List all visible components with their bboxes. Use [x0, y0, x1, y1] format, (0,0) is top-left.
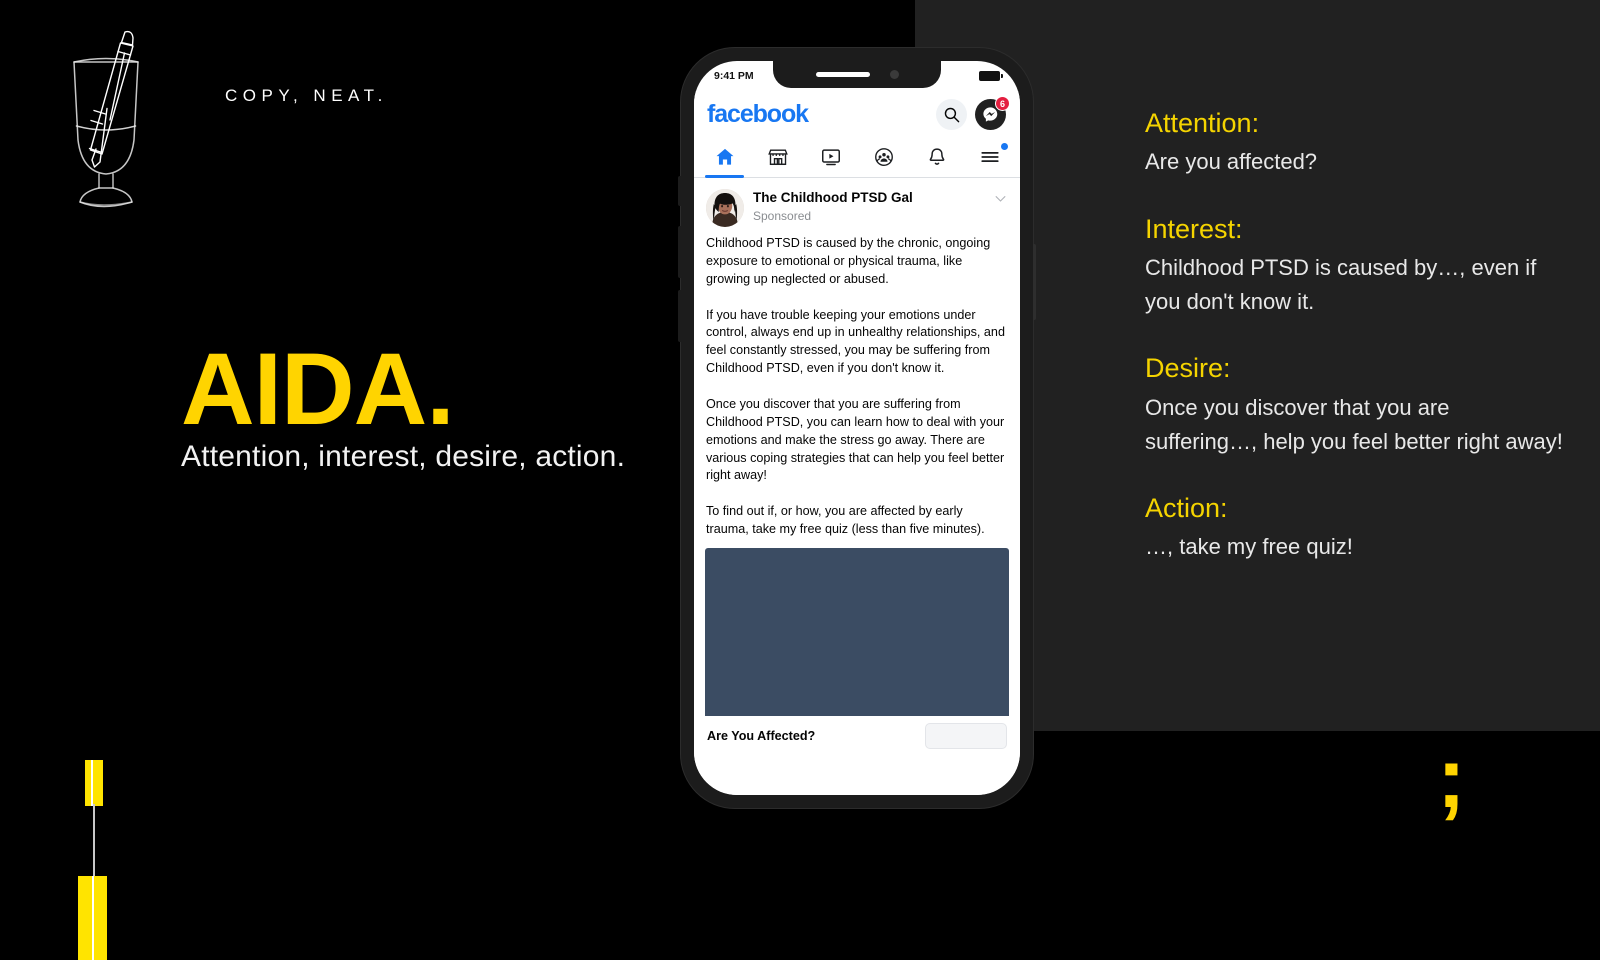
avatar-illustration-icon	[706, 189, 744, 227]
brand-wordmark: COPY, NEAT.	[225, 86, 388, 105]
tab-notifications[interactable]	[910, 137, 963, 177]
search-button[interactable]	[936, 98, 967, 130]
phone-volume-down-button[interactable]	[678, 290, 681, 342]
post-cta-button[interactable]	[925, 722, 1007, 749]
front-camera-icon	[889, 70, 899, 79]
menu-notification-dot	[1001, 143, 1008, 150]
post-image[interactable]	[705, 547, 1009, 716]
post-link-preview: Are You Affected?	[705, 716, 1009, 749]
bell-icon	[929, 148, 944, 165]
page-title: AIDA.	[181, 332, 455, 446]
copy-heading: Desire:	[1145, 353, 1231, 384]
copy-heading: Attention:	[1145, 108, 1260, 138]
tab-menu[interactable]	[963, 137, 1016, 177]
status-bar-time: 9:41 PM	[714, 70, 754, 82]
copy-body: Are you affected?	[1145, 149, 1318, 175]
copy-block-interest: Interest: Childhood PTSD is caused by…, …	[1145, 211, 1565, 320]
phone-mute-switch[interactable]	[678, 176, 681, 206]
post-meta: The Childhood PTSD Gal Sponsored	[753, 189, 984, 225]
marketplace-icon	[767, 149, 788, 166]
post-header: The Childhood PTSD Gal Sponsored	[694, 178, 1020, 231]
post-author-name[interactable]: The Childhood PTSD Gal	[753, 190, 984, 207]
search-icon	[944, 107, 960, 122]
copy-heading: Interest:	[1145, 213, 1243, 244]
post-link-title[interactable]: Are You Affected?	[707, 729, 815, 743]
copy-breakdown-list: Attention: Are you affected? Interest: C…	[1145, 105, 1565, 595]
copy-block-desire: Desire: Once you discover that you are s…	[1145, 350, 1565, 459]
facebook-logo[interactable]: facebook	[707, 100, 809, 129]
copy-heading: Action:	[1145, 492, 1228, 523]
news-feed: The Childhood PTSD Gal Sponsored Childho…	[694, 178, 1020, 795]
messenger-button[interactable]: 6	[975, 95, 1010, 130]
phone-power-button[interactable]	[1033, 244, 1036, 320]
copy-body: Childhood PTSD is caused by…, even if yo…	[1145, 254, 1537, 315]
post-sponsored-label: Sponsored	[753, 208, 812, 223]
whisky-glass-with-pen-icon	[52, 22, 160, 210]
phone-screen: 9:41 PM facebook 6 The Childhood PTSD Ga…	[694, 61, 1020, 795]
top-bar-actions: 6	[936, 95, 1010, 130]
battery-full-icon	[979, 71, 1003, 81]
facebook-top-bar: facebook 6	[694, 91, 1020, 137]
tab-home[interactable]	[698, 137, 751, 178]
yellow-highlighter-pen-icon	[78, 760, 118, 960]
menu-icon	[980, 152, 999, 162]
tab-marketplace[interactable]	[751, 137, 804, 177]
tab-watch[interactable]	[804, 137, 857, 177]
chevron-down-icon[interactable]	[993, 189, 1008, 209]
facebook-tab-bar	[694, 137, 1020, 178]
copy-block-action: Action: …, take my free quiz!	[1145, 490, 1565, 565]
messenger-badge: 6	[995, 95, 1010, 111]
copy-body: Once you discover that you are suffering…	[1145, 394, 1563, 454]
poster-canvas: COPY, NEAT. AIDA. Attention, interest, d…	[0, 0, 1600, 960]
home-icon	[716, 148, 733, 165]
tab-groups[interactable]	[857, 137, 910, 177]
phone-notch	[773, 61, 941, 88]
avatar[interactable]	[706, 189, 744, 227]
phone-volume-up-button[interactable]	[678, 226, 681, 278]
post-body-text: Childhood PTSD is caused by the chronic,…	[706, 236, 1005, 536]
page-subtitle: Attention, interest, desire, action.	[181, 440, 626, 473]
semicolon-glyph: ;	[1437, 730, 1466, 826]
groups-icon	[874, 148, 893, 166]
copy-block-attention: Attention: Are you affected?	[1145, 105, 1565, 180]
earpiece-speaker-icon	[815, 72, 870, 77]
video-icon	[821, 149, 840, 166]
phone-mockup: 9:41 PM facebook 6 The Childhood PTSD Ga…	[678, 48, 1036, 808]
copy-body: …, take my free quiz!	[1145, 534, 1353, 560]
